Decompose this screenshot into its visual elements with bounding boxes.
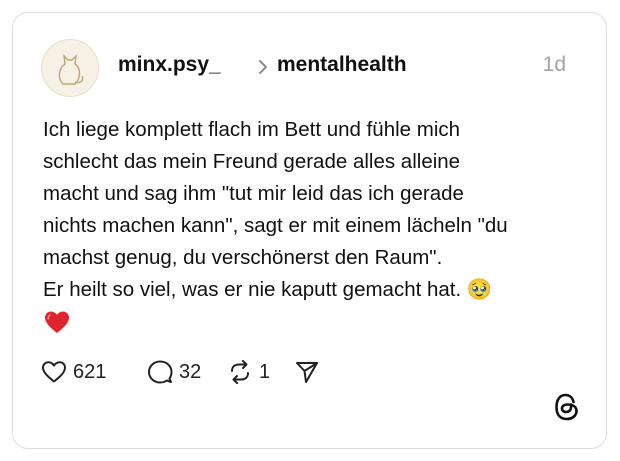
red-heart-emoji [45,311,69,333]
chevron-right-icon [259,60,267,74]
comment-count: 32 [179,360,202,383]
community-link[interactable]: mentalhealth [277,53,407,77]
avatar[interactable] [41,39,99,97]
threads-logo-icon [555,393,578,421]
comment-button[interactable]: 32 [147,358,201,386]
like-button[interactable]: 621 [41,358,106,386]
post-body-text: Ich liege komplett flach im Bett und füh… [43,118,508,301]
heart-outline-icon [42,361,66,383]
speech-bubble-icon [148,360,173,384]
repost-count: 1 [259,360,271,383]
cat-silhouette-icon [58,54,84,85]
post-card: minx.psy_ mentalhealth 1d Ich liege komp… [12,12,607,449]
post-header: minx.psy_ mentalhealth 1d [41,39,566,99]
like-count: 621 [73,360,107,383]
repost-button[interactable]: 1 [227,358,270,386]
author-username[interactable]: minx.psy_ [118,53,221,77]
share-button[interactable] [294,358,320,386]
post-timestamp: 1d [542,53,566,76]
paper-plane-icon [296,362,318,383]
repost-icon [231,360,249,384]
